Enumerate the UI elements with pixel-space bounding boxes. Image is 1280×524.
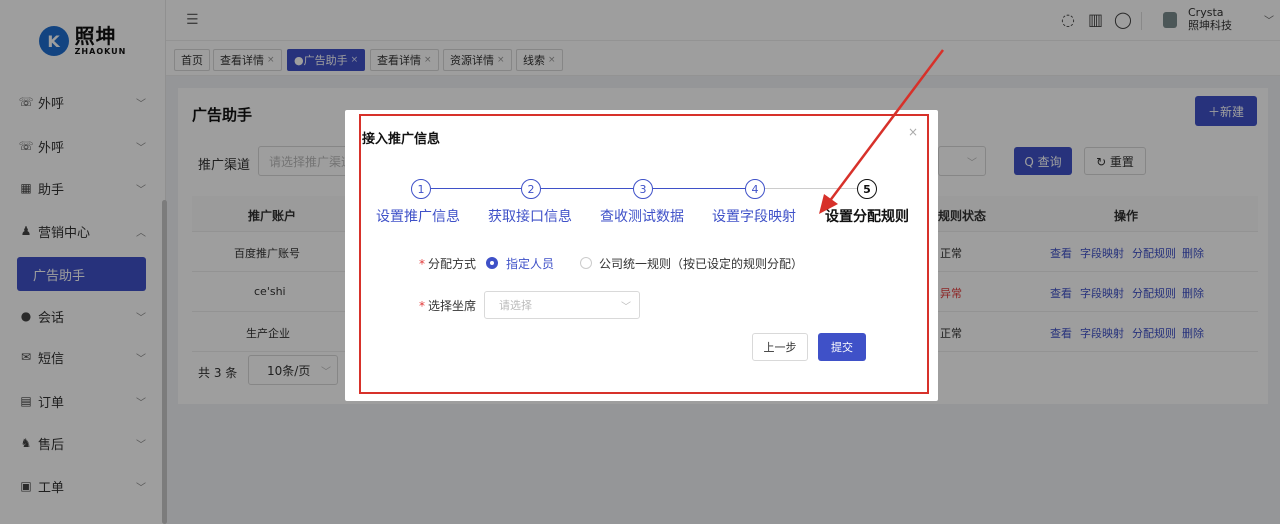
- step-2-label: 获取接口信息: [488, 209, 572, 225]
- radio-company-rule[interactable]: [580, 257, 592, 269]
- step-connector: [653, 188, 745, 189]
- chevron-down-icon: ﹀: [621, 301, 631, 313]
- seat-select-placeholder: 请选择: [499, 299, 532, 312]
- modal-title: 接入推广信息: [362, 132, 441, 147]
- step-3-label: 查收测试数据: [600, 209, 684, 225]
- radio-company-rule-label[interactable]: 公司统一规则（按已设定的规则分配）: [599, 255, 803, 272]
- step-connector: [431, 188, 521, 189]
- assign-method-label: * 分配方式: [419, 257, 477, 271]
- step-1-indicator: 1: [411, 179, 431, 199]
- close-icon[interactable]: ×: [908, 125, 918, 139]
- step-5-label: 设置分配规则: [825, 209, 909, 225]
- radio-specified-person[interactable]: [486, 257, 498, 269]
- step-connector: [541, 188, 633, 189]
- seat-label: * 选择坐席: [419, 299, 477, 313]
- step-1-label: 设置推广信息: [376, 209, 460, 225]
- step-4-indicator: 4: [745, 179, 765, 199]
- prev-step-button[interactable]: 上一步: [752, 333, 808, 361]
- step-2-indicator: 2: [521, 179, 541, 199]
- radio-specified-person-label[interactable]: 指定人员: [506, 255, 554, 272]
- step-4-label: 设置字段映射: [712, 209, 796, 225]
- seat-select[interactable]: 请选择 ﹀: [484, 291, 640, 319]
- step-connector: [765, 188, 857, 189]
- submit-button[interactable]: 提交: [818, 333, 866, 361]
- step-5-indicator: 5: [857, 179, 877, 199]
- step-3-indicator: 3: [633, 179, 653, 199]
- access-promotion-modal: 接入推广信息 × 1 2 3 4 5 设置推广信息 获取接口信息 查收测试数据 …: [345, 110, 938, 401]
